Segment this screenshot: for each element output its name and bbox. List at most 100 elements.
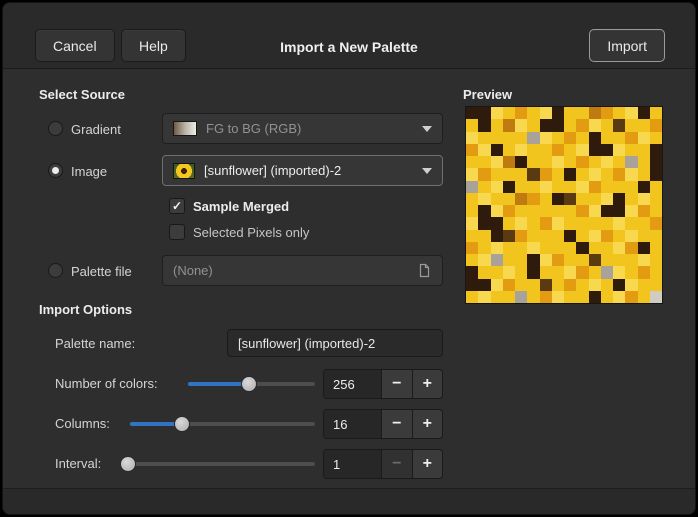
preview-cell	[601, 266, 613, 278]
preview-cell	[527, 181, 539, 193]
preview-cell	[503, 291, 515, 303]
preview-cell	[613, 119, 625, 131]
increment-button[interactable]: +	[412, 450, 443, 478]
preview-cell	[527, 168, 539, 180]
preview-cell	[564, 266, 576, 278]
image-radio[interactable]	[48, 163, 63, 178]
preview-cell	[552, 193, 564, 205]
palette-file-radio-label[interactable]: Palette file	[71, 264, 132, 279]
preview-cell	[576, 119, 588, 131]
preview-cell	[503, 279, 515, 291]
selected-pixels-checkbox[interactable]: ✓	[169, 224, 185, 240]
slider-handle[interactable]	[120, 456, 136, 472]
preview-cell	[478, 279, 490, 291]
preview-cell	[478, 266, 490, 278]
selected-pixels-label[interactable]: Selected Pixels only	[193, 225, 309, 240]
palette-name-label: Palette name:	[55, 336, 135, 351]
preview-cell	[515, 205, 527, 217]
preview-cell	[503, 217, 515, 229]
number-of-colors-slider[interactable]	[188, 369, 315, 399]
preview-cell	[503, 254, 515, 266]
preview-cell	[564, 279, 576, 291]
preview-cell	[625, 193, 637, 205]
gradient-radio[interactable]	[48, 121, 63, 136]
preview-cell	[576, 181, 588, 193]
slider-track[interactable]	[130, 422, 315, 426]
number-of-colors-value[interactable]: 256	[324, 370, 381, 398]
preview-cell	[466, 119, 478, 131]
preview-cell	[589, 266, 601, 278]
slider-track[interactable]	[120, 462, 315, 466]
increment-button[interactable]: +	[412, 370, 443, 398]
preview-cell	[576, 107, 588, 119]
gradient-radio-label[interactable]: Gradient	[71, 122, 121, 137]
increment-button[interactable]: +	[412, 410, 443, 438]
slider-handle[interactable]	[174, 416, 190, 432]
preview-cell	[601, 291, 613, 303]
preview-cell	[650, 254, 662, 266]
sunflower-thumbnail-icon	[173, 163, 195, 179]
check-icon: ✓	[172, 200, 182, 212]
preview-cell	[650, 205, 662, 217]
image-radio-label[interactable]: Image	[71, 164, 107, 179]
preview-cell	[650, 242, 662, 254]
preview-cell	[613, 193, 625, 205]
preview-cell	[540, 156, 552, 168]
preview-cell	[552, 279, 564, 291]
preview-cell	[527, 205, 539, 217]
preview-cell	[515, 119, 527, 131]
preview-cell	[491, 193, 503, 205]
columns-slider[interactable]	[130, 409, 315, 439]
preview-cell	[576, 193, 588, 205]
preview-cell	[540, 119, 552, 131]
number-of-colors-label: Number of colors:	[55, 376, 158, 391]
image-select[interactable]: [sunflower] (imported)-2	[162, 155, 443, 186]
preview-cell	[650, 132, 662, 144]
interval-slider[interactable]	[120, 449, 315, 479]
columns-value[interactable]: 16	[324, 410, 381, 438]
preview-cell	[515, 279, 527, 291]
preview-cell	[515, 193, 527, 205]
preview-cell	[491, 230, 503, 242]
radio-dot	[52, 167, 59, 174]
palette-file-radio[interactable]	[48, 263, 63, 278]
preview-cell	[625, 107, 637, 119]
preview-heading: Preview	[463, 87, 512, 102]
decrement-button: −	[381, 450, 412, 478]
columns-label: Columns:	[55, 416, 110, 431]
sample-merged-checkbox[interactable]: ✓	[169, 198, 185, 214]
preview-cell	[638, 119, 650, 131]
preview-cell	[638, 168, 650, 180]
preview-cell	[613, 217, 625, 229]
preview-cell	[601, 230, 613, 242]
number-of-colors-spinbox: 256 − +	[323, 369, 443, 399]
preview-cell	[515, 266, 527, 278]
preview-cell	[515, 132, 527, 144]
preview-cell	[576, 230, 588, 242]
preview-cell	[503, 205, 515, 217]
interval-value[interactable]: 1	[324, 450, 381, 478]
preview-cell	[527, 144, 539, 156]
preview-cell	[613, 205, 625, 217]
preview-cell	[625, 181, 637, 193]
palette-name-input[interactable]	[227, 329, 443, 357]
import-button[interactable]: Import	[589, 29, 665, 62]
select-source-heading: Select Source	[39, 87, 125, 102]
preview-cell	[527, 193, 539, 205]
palette-file-button[interactable]: (None)	[162, 255, 443, 286]
preview-cell	[638, 217, 650, 229]
preview-cell	[466, 181, 478, 193]
preview-cell	[601, 181, 613, 193]
decrement-button[interactable]: −	[381, 370, 412, 398]
preview-cell	[601, 132, 613, 144]
preview-cell	[613, 156, 625, 168]
preview-cell	[613, 132, 625, 144]
sample-merged-label[interactable]: Sample Merged	[193, 199, 289, 214]
preview-cell	[503, 230, 515, 242]
gradient-select[interactable]: FG to BG (RGB)	[162, 113, 443, 144]
slider-handle[interactable]	[241, 376, 257, 392]
preview-cell	[613, 144, 625, 156]
preview-cell	[613, 242, 625, 254]
preview-cell	[613, 230, 625, 242]
decrement-button[interactable]: −	[381, 410, 412, 438]
